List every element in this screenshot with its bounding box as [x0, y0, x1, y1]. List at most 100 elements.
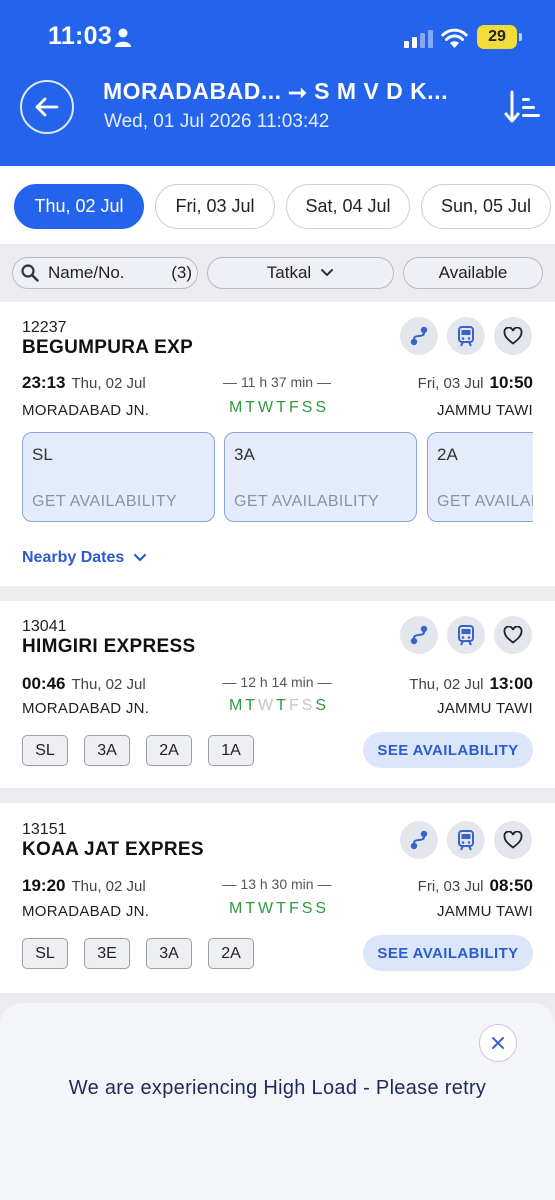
person-icon — [115, 28, 131, 47]
class-chip-3e[interactable]: 3E — [84, 938, 130, 969]
day-letter: F — [288, 900, 302, 917]
class-box-sl[interactable]: SL GET AVAILABILITY — [22, 432, 215, 522]
duration: — 12 h 14 min — — [222, 674, 332, 690]
back-button[interactable] — [20, 80, 74, 134]
day-letter: S — [315, 697, 330, 714]
departure: 00:46 Thu, 02 Jul — [22, 674, 146, 694]
arrival: Thu, 02 Jul 13:00 — [409, 674, 533, 694]
day-letter: M — [228, 900, 246, 917]
departure: 19:20 Thu, 02 Jul — [22, 876, 146, 896]
arrow-left-icon — [35, 97, 59, 117]
date-tab-fri-03[interactable]: Fri, 03 Jul — [155, 184, 275, 229]
class-availability-list[interactable]: SL GET AVAILABILITY 3A GET AVAILABILITY … — [22, 432, 533, 524]
date-tabs: Thu, 02 Jul Fri, 03 Jul Sat, 04 Jul Sun,… — [0, 166, 555, 244]
search-filter-label: Name/No. — [48, 263, 125, 282]
quota-value: Tatkal — [266, 263, 312, 282]
route-map-button[interactable] — [400, 616, 438, 654]
class-chip-1a[interactable]: 1A — [208, 735, 254, 766]
class-chip-sl[interactable]: SL — [22, 735, 68, 766]
train-number: 13041 — [22, 618, 67, 635]
train-info-button[interactable] — [447, 616, 485, 654]
nearby-dates-label: Nearby Dates — [22, 549, 125, 566]
favorite-button[interactable] — [494, 317, 532, 355]
route-icon — [410, 625, 428, 645]
train-icon — [458, 326, 474, 347]
train-name: KOAA JAT EXPRES — [22, 839, 204, 860]
train-card-13041[interactable]: 13041 HIMGIRI EXPRESS 00:46 Thu, 02 Jul — — [0, 601, 555, 788]
day-letter: T — [276, 399, 289, 416]
heart-icon — [503, 831, 523, 849]
day-letter: F — [288, 697, 302, 714]
date-tab-sat-04[interactable]: Sat, 04 Jul — [286, 184, 410, 229]
toast-close-button[interactable] — [479, 1024, 517, 1062]
day-letter: S — [301, 399, 316, 416]
quota-dropdown[interactable]: Tatkal — [207, 257, 394, 289]
departure-date: Thu, 02 Jul — [71, 676, 146, 693]
train-icon — [458, 625, 474, 646]
chevron-down-icon — [134, 553, 147, 562]
favorite-button[interactable] — [494, 821, 532, 859]
result-count: (3) — [171, 263, 192, 282]
to-station: JAMMU TAWI — [436, 903, 533, 920]
departure-time: 19:20 — [22, 876, 66, 895]
sort-icon[interactable] — [504, 90, 542, 124]
route-map-button[interactable] — [400, 317, 438, 355]
day-letter: S — [315, 399, 330, 416]
day-letter: T — [245, 399, 259, 416]
day-letter: S — [301, 900, 316, 917]
train-card-12237[interactable]: 12237 BEGUMPURA EXP 23:13 Thu, 02 Jul — 1 — [0, 302, 555, 586]
date-tab-thu-02[interactable]: Thu, 02 Jul — [14, 184, 144, 229]
day-letter: M — [228, 399, 246, 416]
arrival-time: 08:50 — [489, 876, 533, 895]
duration: — 11 h 37 min — — [223, 374, 331, 390]
get-availability-label: GET AVAILABILITY — [234, 493, 380, 510]
to-station: JAMMU TAWI — [436, 700, 533, 717]
running-days: MTWTFSS — [219, 697, 339, 715]
arrival-time: 10:50 — [489, 373, 533, 392]
departure-date: Thu, 02 Jul — [71, 878, 146, 895]
arrival: Fri, 03 Jul 10:50 — [418, 373, 533, 393]
class-chip-2a[interactable]: 2A — [146, 735, 192, 766]
from-station: MORADABAD JN. — [22, 700, 150, 717]
day-letter: W — [258, 399, 277, 416]
duration-value: 11 h 37 min — [240, 374, 314, 390]
arrival: Fri, 03 Jul 08:50 — [418, 876, 533, 896]
class-chip-3a[interactable]: 3A — [84, 735, 130, 766]
see-availability-button[interactable]: SEE AVAILABILITY — [363, 935, 533, 971]
train-card-13151[interactable]: 13151 KOAA JAT EXPRES 19:20 Thu, 02 Jul — — [0, 803, 555, 993]
train-name: BEGUMPURA EXP — [22, 337, 194, 358]
see-availability-button[interactable]: SEE AVAILABILITY — [363, 732, 533, 768]
class-box-2a[interactable]: 2A GET AVAILABILITY — [427, 432, 533, 522]
heart-icon — [503, 327, 523, 345]
get-availability-label: GET AVAILABILITY — [437, 493, 533, 510]
heart-icon — [503, 626, 523, 644]
day-letter: T — [245, 900, 259, 917]
class-chip-3a[interactable]: 3A — [146, 938, 192, 969]
toast-message: We are experiencing High Load - Please r… — [68, 1077, 487, 1099]
class-box-3a[interactable]: 3A GET AVAILABILITY — [224, 432, 417, 522]
departure-date: Thu, 02 Jul — [71, 375, 146, 392]
filter-bar: Name/No. (3) Tatkal Available — [0, 244, 555, 302]
day-letter: W — [258, 900, 277, 917]
nearby-dates-toggle[interactable]: Nearby Dates — [22, 549, 147, 567]
app: 11:03 29 MORADABAD... ⭢ S M V D K... Wed… — [0, 0, 555, 1200]
date-tab-sun-05[interactable]: Sun, 05 Jul — [421, 184, 551, 229]
train-info-button[interactable] — [447, 821, 485, 859]
availability-filter[interactable]: Available — [403, 257, 543, 289]
day-letter: W — [258, 697, 277, 714]
train-info-button[interactable] — [447, 317, 485, 355]
cellular-signal-icon — [404, 30, 433, 48]
search-filter[interactable]: Name/No. (3) — [12, 257, 198, 289]
train-number: 13151 — [22, 821, 67, 838]
get-availability-label: GET AVAILABILITY — [32, 493, 178, 510]
from-station: MORADABAD JN. — [22, 903, 150, 920]
duration: — 13 h 30 min — — [222, 876, 332, 892]
route-datetime: Wed, 01 Jul 2026 11:03:42 — [104, 111, 330, 132]
class-code: 3A — [234, 445, 255, 464]
class-chip-2a[interactable]: 2A — [208, 938, 254, 969]
favorite-button[interactable] — [494, 616, 532, 654]
running-days: MTWTFSS — [219, 399, 339, 417]
route-map-button[interactable] — [400, 821, 438, 859]
class-chip-sl[interactable]: SL — [22, 938, 68, 969]
running-days: MTWTFSS — [219, 900, 339, 918]
